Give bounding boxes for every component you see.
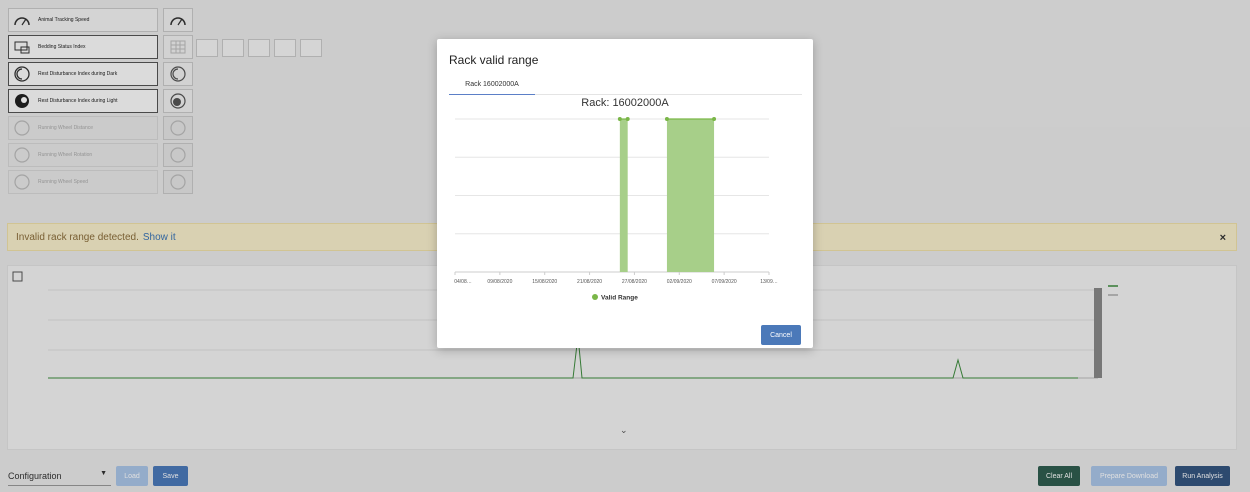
x-tick-label: 02/09/2020 (667, 279, 692, 285)
x-tick-label: 07/09/2020 (712, 279, 737, 285)
rack-valid-range-modal: Rack valid range Rack 16002000A Rack: 16… (437, 39, 813, 348)
legend-label: Valid Range (601, 295, 638, 302)
legend-marker (592, 294, 598, 300)
valid-range-area (666, 119, 715, 272)
valid-range-chart: 04/08… 09/08/2020 15/08/2020 21/08/2020 27/0… (454, 117, 778, 302)
x-tick-label: 13/09… (760, 279, 778, 285)
valid-range-point (617, 117, 622, 121)
x-tick-label: 09/08/2020 (487, 279, 512, 285)
cancel-button[interactable]: Cancel (761, 325, 801, 345)
valid-range-point (712, 117, 717, 121)
valid-range-point (664, 117, 669, 121)
x-tick-label: 21/08/2020 (577, 279, 602, 285)
valid-range-point (625, 117, 630, 121)
x-tick-label: 27/08/2020 (622, 279, 647, 285)
x-tick-label: 15/08/2020 (532, 279, 557, 285)
valid-range-area (619, 119, 628, 272)
x-tick-label: 04/08… (454, 279, 472, 285)
